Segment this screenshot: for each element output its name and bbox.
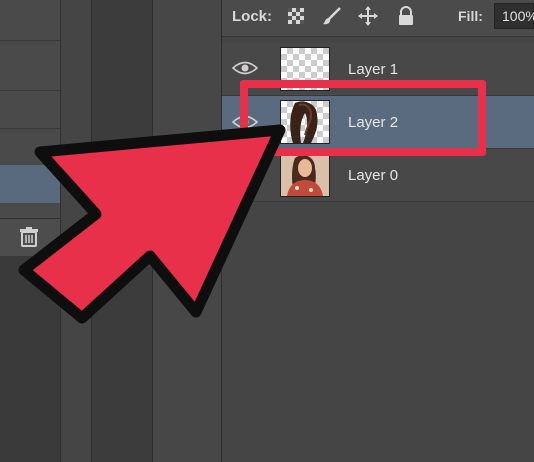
layer-name[interactable]: Layer 1 xyxy=(348,61,398,78)
lock-brush-icon[interactable] xyxy=(322,6,342,26)
lock-position-icon[interactable] xyxy=(358,6,378,26)
lock-label: Lock: xyxy=(232,8,273,25)
lock-transparent-icon[interactable] xyxy=(286,6,306,26)
layer-name[interactable]: Layer 0 xyxy=(348,167,398,184)
fill-value[interactable]: 100% xyxy=(502,8,534,24)
fill-label: Fill: xyxy=(458,8,483,24)
lock-all-icon[interactable] xyxy=(396,6,416,26)
visibility-eye-icon[interactable] xyxy=(232,60,258,76)
pointer-arrow-graphic xyxy=(18,124,286,324)
left-panel-row-divider xyxy=(0,40,60,41)
